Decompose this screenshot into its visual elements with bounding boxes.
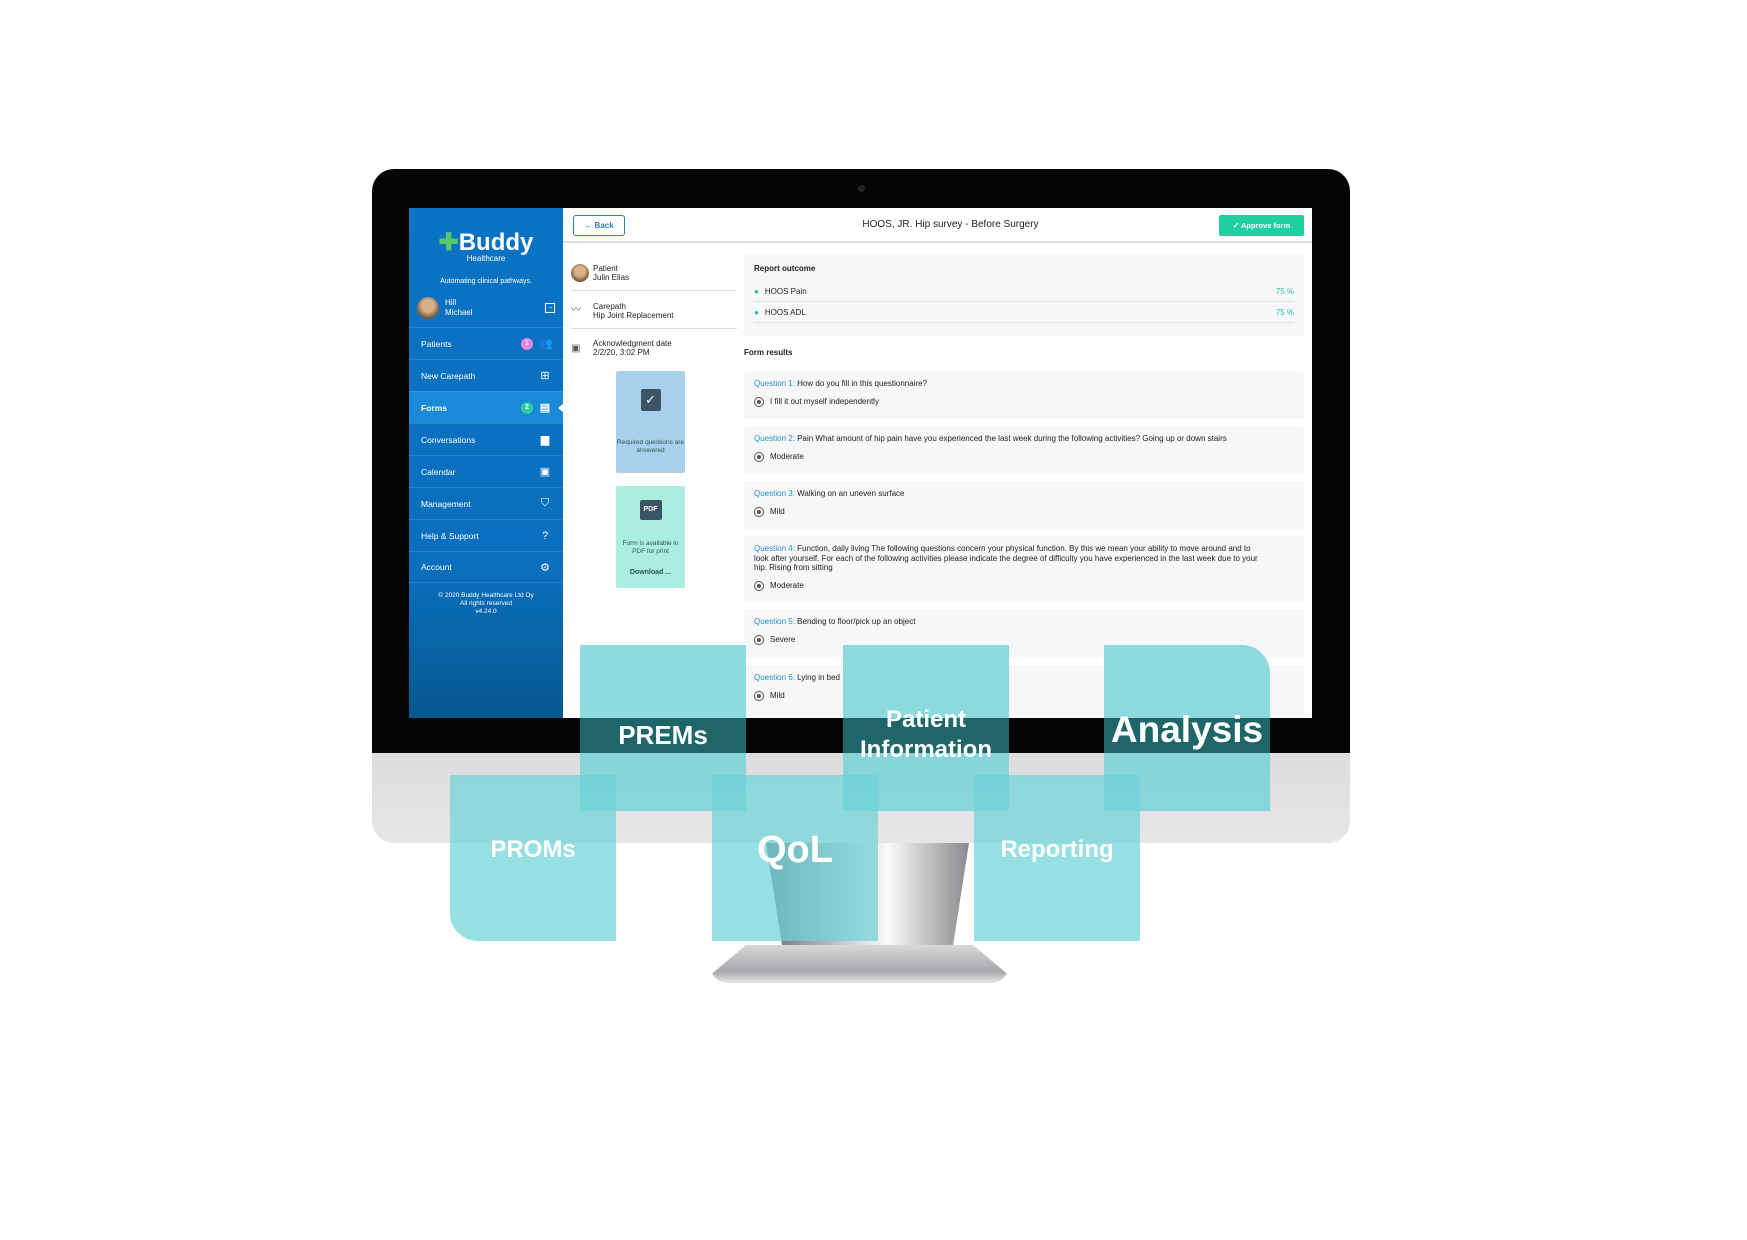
camera bbox=[858, 185, 865, 192]
patient-avatar bbox=[571, 263, 589, 282]
shield-check-icon: ⛉ bbox=[540, 497, 550, 509]
active-caret bbox=[558, 403, 564, 413]
logout-icon[interactable]: → bbox=[545, 303, 555, 313]
tile-qol: QoL bbox=[712, 775, 878, 941]
help-icon: ? bbox=[541, 529, 549, 542]
sidebar-item-calendar[interactable]: Calendar ▣ bbox=[409, 455, 563, 487]
plus-box-icon: ⊞ bbox=[540, 370, 550, 382]
ack-info: ▣ Acknowledgment date 2/2/20, 3:02 PM bbox=[571, 339, 672, 357]
sidebar-item-management[interactable]: Management ⛉ bbox=[409, 487, 563, 519]
patient-info: Patient Julin Elias bbox=[571, 255, 737, 291]
tile-reporting: Reporting bbox=[974, 775, 1140, 941]
approve-form-button[interactable]: ✓ Approve form bbox=[1219, 215, 1304, 236]
question-3: Question 3: Walking on an uneven surface… bbox=[744, 481, 1304, 530]
sidebar-item-patients[interactable]: Patients 1 👥 bbox=[409, 327, 563, 359]
chat-icon: ▆ bbox=[540, 434, 550, 446]
check-icon: ✓ bbox=[1232, 221, 1241, 230]
gear-icon: ⚙ bbox=[540, 561, 550, 574]
radio-selected[interactable] bbox=[754, 690, 764, 701]
question-2: Question 2: Pain What amount of hip pain… bbox=[744, 426, 1304, 474]
people-icon: 👥 bbox=[539, 338, 553, 350]
radio-selected[interactable] bbox=[754, 506, 764, 517]
sidebar-item-account[interactable]: Account ⚙ bbox=[409, 551, 563, 583]
clipboard-check-icon: ✓ bbox=[640, 389, 661, 411]
clipboard-icon: ▤ bbox=[539, 402, 551, 414]
patients-badge: 1 bbox=[521, 337, 533, 350]
pdf-icon: PDF bbox=[639, 500, 662, 520]
radio-selected[interactable] bbox=[754, 634, 764, 645]
avatar bbox=[417, 297, 439, 319]
copyright: © 2020 Buddy Healthcare Ltd Oy All rights… bbox=[438, 592, 534, 615]
forms-badge: 2 bbox=[521, 401, 533, 414]
header: ← Back HOOS, JR. Hip survey - Before Sur… bbox=[563, 208, 1312, 243]
buddy-logo[interactable]: ✚Buddy Healthcare bbox=[409, 228, 563, 263]
tile-proms: PROMs bbox=[450, 775, 616, 941]
question-4: Question 4: Function, daily living The f… bbox=[744, 536, 1304, 602]
app-screen: ✚Buddy Healthcare Automating clinical pat… bbox=[409, 208, 1312, 718]
report-row: ● HOOS ADL 75 % bbox=[754, 302, 1294, 323]
pdf-card: PDF Form is available in PDF for print D… bbox=[616, 486, 685, 588]
download-link[interactable]: Download ... bbox=[616, 569, 685, 577]
sidebar: ✚Buddy Healthcare Automating clinical pat… bbox=[409, 208, 564, 718]
sidebar-item-conversations[interactable]: Conversations ▆ bbox=[409, 423, 563, 455]
tagline: Automating clinical pathways. bbox=[440, 278, 532, 285]
sidebar-item-new-carepath[interactable]: New Carepath ⊞ bbox=[409, 359, 563, 391]
radio-selected[interactable] bbox=[754, 451, 764, 462]
page-title: HOOS, JR. Hip survey - Before Surgery bbox=[862, 219, 1039, 230]
carepath-info: 〰 Carepath Hip Joint Replacement bbox=[571, 293, 737, 329]
trend-icon: 〰 bbox=[571, 305, 581, 316]
calendar-check-icon: ▣ bbox=[571, 342, 581, 354]
question-1: Question 1: How do you fill in this ques… bbox=[744, 371, 1304, 419]
required-questions-card: ✓ Required questions are answered bbox=[616, 371, 685, 473]
monitor-stand-base bbox=[710, 945, 1009, 983]
form-results-title: Form results bbox=[744, 348, 793, 357]
user-profile[interactable]: Hill Michael → bbox=[417, 294, 555, 322]
calendar-icon: ▣ bbox=[539, 466, 551, 478]
radio-selected[interactable] bbox=[754, 396, 764, 407]
report-row: ● HOOS Pain 75 % bbox=[754, 281, 1294, 302]
report-outcome: Report outcome ● HOOS Pain 75 % ● HOOS ADL 7… bbox=[744, 254, 1304, 336]
cross-logo-icon: ✚ bbox=[438, 229, 459, 256]
sidebar-item-forms[interactable]: Forms 2 ▤ bbox=[409, 391, 564, 423]
radio-selected[interactable] bbox=[754, 580, 764, 591]
sidebar-item-help[interactable]: Help & Support? bbox=[409, 519, 563, 551]
